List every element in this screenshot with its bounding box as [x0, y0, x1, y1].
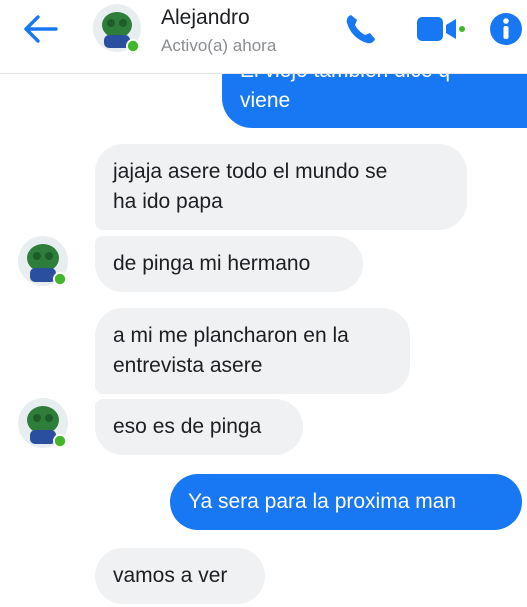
conversation-view: El viejo también dice q viene jajaja ase… [0, 0, 527, 607]
contact-avatar[interactable] [16, 234, 72, 290]
message-line: vamos a ver [113, 564, 228, 587]
message-line: viene [240, 89, 291, 112]
message-line: eso es de pinga [113, 415, 262, 438]
contact-avatar[interactable] [91, 2, 145, 56]
video-camera-icon[interactable] [415, 14, 465, 44]
incoming-message[interactable]: a mi me plancharon en la entrevista aser… [95, 308, 410, 394]
message-line: a mi me plancharon en la [113, 324, 349, 347]
incoming-message[interactable]: eso es de pinga [95, 399, 303, 455]
incoming-message[interactable]: jajaja asere todo el mundo se ha ido pap… [95, 144, 467, 230]
contact-avatar[interactable] [16, 396, 72, 452]
message-line: ha ido papa [113, 190, 223, 213]
message-line: entrevista asere [113, 354, 263, 377]
active-status: Activo(a) ahora [161, 36, 277, 55]
back-arrow-icon[interactable] [22, 14, 58, 44]
contact-name[interactable]: Alejandro [161, 6, 250, 30]
incoming-message[interactable]: vamos a ver [95, 548, 265, 604]
info-icon[interactable] [489, 12, 523, 46]
outgoing-message[interactable]: Ya sera para la proxima man [170, 474, 522, 530]
phone-icon[interactable] [343, 12, 379, 46]
message-line: jajaja asere todo el mundo se [113, 160, 388, 183]
chat-header: Alejandro Activo(a) ahora [0, 0, 527, 74]
message-line: Ya sera para la proxima man [188, 490, 457, 513]
incoming-message[interactable]: de pinga mi hermano [95, 236, 363, 292]
message-line: de pinga mi hermano [113, 252, 311, 275]
